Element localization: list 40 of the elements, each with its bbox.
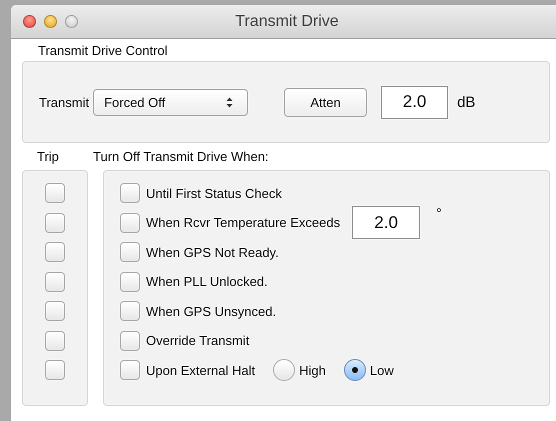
checkbox[interactable] [45,212,65,232]
checkbox-label: When GPS Unsynced. [146,304,276,318]
transmit-label: Transmit [39,94,90,110]
atten-field[interactable]: 2.0 [381,86,448,118]
zoom-button[interactable] [65,15,78,28]
checkbox-label: Upon External Halt [146,362,256,378]
group-title: Transmit Drive Control [38,43,168,58]
checkbox[interactable] [45,301,65,321]
unit-label: dB [457,94,476,110]
window-title: Transmit Drive [234,12,340,30]
radio-button[interactable] [273,359,296,381]
unit-label: ° [436,204,442,220]
temperature-field[interactable]: 2.0 [352,206,420,239]
checkbox[interactable] [45,242,65,262]
checkbox-label: When PLL Unlocked. [146,274,268,289]
radio-label: High [299,362,326,378]
group-title: Turn Off Transmit Drive When: [93,149,269,165]
checkbox[interactable] [120,242,140,262]
checkbox[interactable] [45,183,65,203]
stepper-arrows-icon [226,96,234,108]
radio-label: Low [370,362,394,378]
checkbox[interactable] [120,301,140,321]
minimize-button[interactable] [44,15,57,28]
group-title: Trip [37,149,60,165]
transmit-dropdown[interactable]: Forced Off [93,88,248,116]
checkbox[interactable] [120,330,140,350]
checkbox[interactable] [45,272,65,292]
checkbox-label: When GPS Not Ready. [146,244,279,260]
checkbox[interactable] [45,330,65,350]
close-button[interactable] [23,15,36,28]
radio-button[interactable] [344,359,366,381]
checkbox[interactable] [120,212,140,232]
checkbox-label: When Rcvr Temperature Exceeds [146,215,340,230]
checkbox[interactable] [120,360,140,380]
checkbox[interactable] [120,183,140,203]
atten-button[interactable]: Atten [284,88,368,116]
checkbox-label: Until First Status Check [146,186,282,200]
checkbox-label: Override Transmit [146,333,250,348]
checkbox[interactable] [45,360,65,380]
checkbox[interactable] [120,272,140,292]
